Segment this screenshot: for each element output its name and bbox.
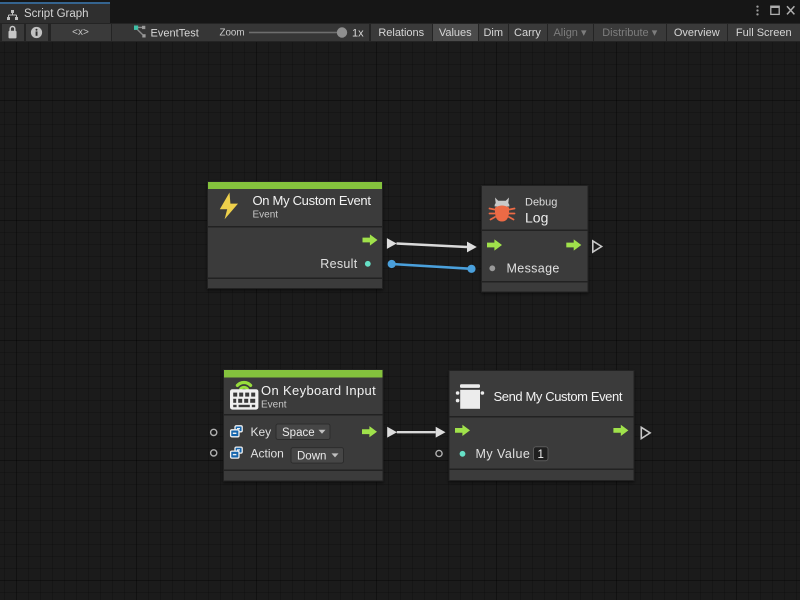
svg-text:Key: Key [251,425,272,439]
svg-text:1x: 1x [352,27,364,39]
svg-text:My Value: My Value [476,447,531,461]
svg-text:Log: Log [525,209,548,225]
svg-text:On Keyboard Input: On Keyboard Input [261,383,376,398]
svg-text:Event: Event [253,209,279,220]
svg-text:Send My Custom Event: Send My Custom Event [494,389,623,404]
svg-text:Zoom: Zoom [220,28,245,39]
svg-text:EventTest: EventTest [151,27,199,39]
svg-text:Event: Event [261,400,287,411]
svg-text:On My Custom Event: On My Custom Event [253,193,372,208]
svg-text:Down: Down [297,450,326,462]
svg-text:Space: Space [282,427,315,439]
svg-text:Debug: Debug [525,196,557,208]
svg-text:1: 1 [537,449,543,461]
svg-text:Message: Message [507,262,560,276]
svg-text:Action: Action [251,446,284,460]
svg-text:Result: Result [320,257,357,271]
